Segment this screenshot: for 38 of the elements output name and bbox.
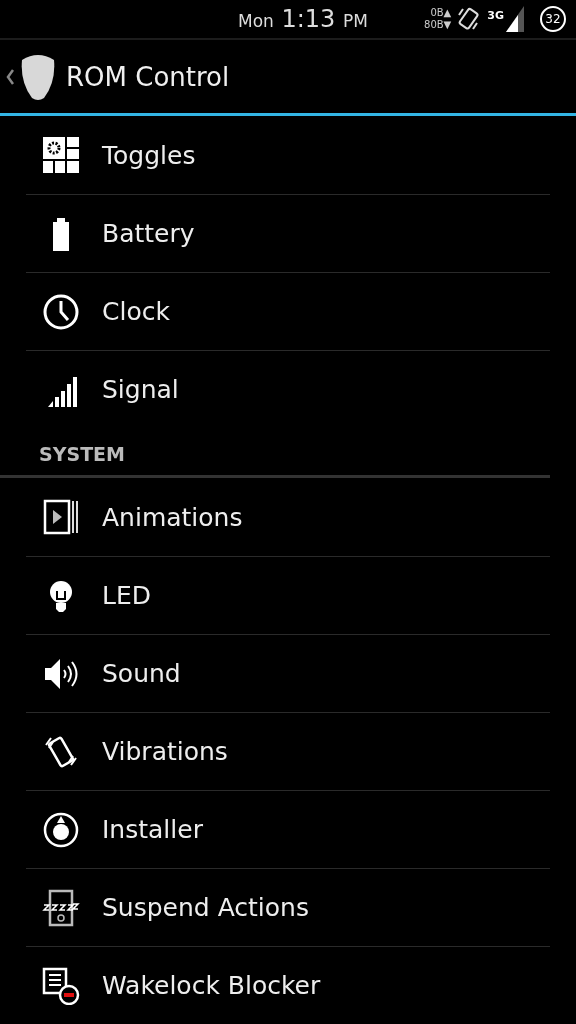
item-label: Vibrations <box>102 737 228 766</box>
settings-item[interactable]: Battery <box>26 194 550 272</box>
settings-item[interactable]: Signal <box>26 350 550 428</box>
settings-item[interactable]: Suspend Actions <box>26 868 550 946</box>
settings-item[interactable]: Sound <box>26 634 550 712</box>
settings-item[interactable]: Animations <box>26 478 550 556</box>
signal-strength-icon <box>506 6 524 32</box>
document-block-icon <box>42 966 80 1005</box>
settings-item[interactable]: Vibrations <box>26 712 550 790</box>
back-caret-icon <box>6 68 14 85</box>
item-label: Wakelock Blocker <box>102 971 321 1000</box>
status-time: Mon 1:13 PM <box>238 5 368 33</box>
play-frame-icon <box>42 498 80 536</box>
battery-level: 32 <box>540 6 566 32</box>
item-label: Sound <box>102 659 181 688</box>
grid-icon <box>42 136 80 174</box>
item-label: Toggles <box>102 140 196 170</box>
settings-item[interactable]: LED <box>26 556 550 634</box>
item-label: Suspend Actions <box>102 893 309 922</box>
app-title: ROM Control <box>66 61 230 92</box>
item-label: Animations <box>102 502 243 532</box>
item-label: Signal <box>102 375 179 404</box>
circular-arrows-icon <box>42 810 80 849</box>
settings-item[interactable]: Clock <box>26 272 550 350</box>
upload-rate: 0B▲ <box>430 7 452 19</box>
settings-item[interactable]: Toggles <box>26 116 550 194</box>
sleep-phone-icon <box>42 888 80 927</box>
item-label: LED <box>102 581 151 610</box>
section-header: SYSTEM <box>0 428 550 478</box>
item-label: Installer <box>102 815 203 844</box>
network-type: 3G <box>487 9 504 22</box>
item-label: Clock <box>102 297 170 326</box>
clock-icon <box>42 292 80 331</box>
settings-item[interactable]: Wakelock Blocker <box>26 946 550 1024</box>
item-label: Battery <box>102 219 195 248</box>
settings-item[interactable]: Installer <box>26 790 550 868</box>
download-rate: 80B▼ <box>424 19 452 31</box>
rotation-icon <box>457 5 482 33</box>
